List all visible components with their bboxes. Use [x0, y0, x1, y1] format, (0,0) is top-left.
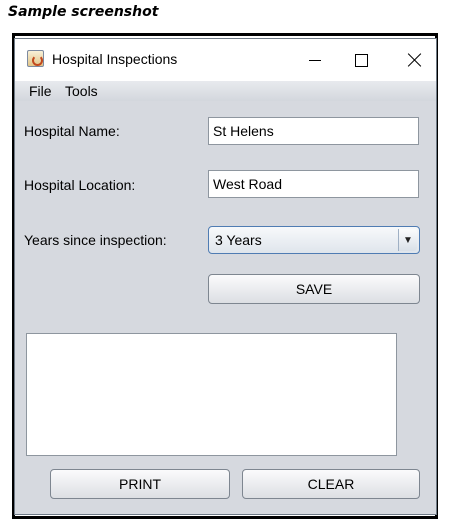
print-button[interactable]: PRINT [50, 469, 230, 499]
years-since-inspection-label: Years since inspection: [24, 232, 167, 248]
menu-tools[interactable]: Tools [65, 83, 98, 99]
output-text-area[interactable] [26, 333, 397, 456]
menu-file[interactable]: File [29, 83, 52, 99]
minimize-icon [309, 59, 321, 61]
save-button[interactable]: SAVE [208, 274, 420, 304]
java-cup-icon [27, 50, 44, 67]
app-window: Hospital Inspections File Tools Hospital… [14, 38, 437, 515]
years-since-inspection-select[interactable]: 3 Years ▼ [208, 226, 420, 254]
hospital-location-label: Hospital Location: [24, 177, 136, 193]
years-selected-value: 3 Years [215, 232, 262, 248]
close-button[interactable] [392, 39, 438, 81]
menu-bar: File Tools [15, 81, 436, 101]
maximize-icon [354, 53, 368, 67]
minimize-button[interactable] [292, 39, 338, 81]
hospital-location-field[interactable] [208, 170, 419, 198]
close-icon [408, 53, 422, 67]
title-bar[interactable]: Hospital Inspections [15, 39, 436, 81]
hospital-name-field[interactable] [208, 117, 419, 145]
chevron-down-icon[interactable]: ▼ [398, 229, 417, 251]
maximize-button[interactable] [338, 39, 384, 81]
caption: Sample screenshot [8, 4, 159, 20]
window-title: Hospital Inspections [52, 51, 178, 67]
hospital-name-label: Hospital Name: [24, 123, 120, 139]
clear-button[interactable]: CLEAR [242, 469, 420, 499]
